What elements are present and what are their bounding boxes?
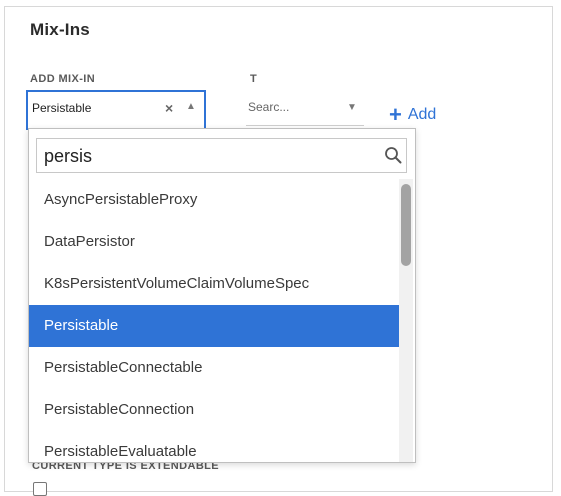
dropdown-option[interactable]: DataPersistor [29, 221, 399, 263]
dropdown-option[interactable]: K8sPersistentVolumeClaimVolumeSpec [29, 263, 399, 305]
add-mixin-selected-value: Persistable [32, 101, 92, 115]
dropdown-option-selected[interactable]: Persistable [29, 305, 399, 347]
type-select-value: Searc... [248, 100, 290, 114]
dropdown-option[interactable]: AsyncPersistableProxy [29, 179, 399, 221]
add-mixin-select[interactable]: Persistable × ▲ [26, 90, 206, 130]
add-button-label: Add [407, 106, 437, 123]
dropdown-options-list: AsyncPersistableProxy DataPersistor K8sP… [29, 179, 399, 462]
dropdown-option[interactable]: PersistableConnection [29, 389, 399, 431]
type-select[interactable]: Searc... ▼ [246, 90, 364, 126]
add-button[interactable]: + Add [389, 102, 437, 127]
section-title: Mix-Ins [30, 20, 90, 39]
chevron-up-icon[interactable]: ▲ [186, 101, 196, 112]
type-label: T [250, 73, 258, 85]
dropdown-search-input[interactable] [44, 143, 374, 169]
plus-icon: + [389, 102, 402, 127]
search-icon [385, 147, 402, 164]
dropdown-scrollbar-thumb[interactable] [401, 184, 411, 266]
chevron-down-icon[interactable]: ▼ [347, 102, 357, 113]
dropdown-option[interactable]: PersistableConnectable [29, 347, 399, 389]
mixin-dropdown: AsyncPersistableProxy DataPersistor K8sP… [28, 128, 416, 463]
dropdown-search-box[interactable] [36, 138, 407, 173]
dropdown-option[interactable]: PersistableEvaluatable [29, 431, 399, 462]
clear-icon[interactable]: × [165, 100, 173, 116]
add-mixin-label: ADD MIX-IN [30, 73, 96, 85]
